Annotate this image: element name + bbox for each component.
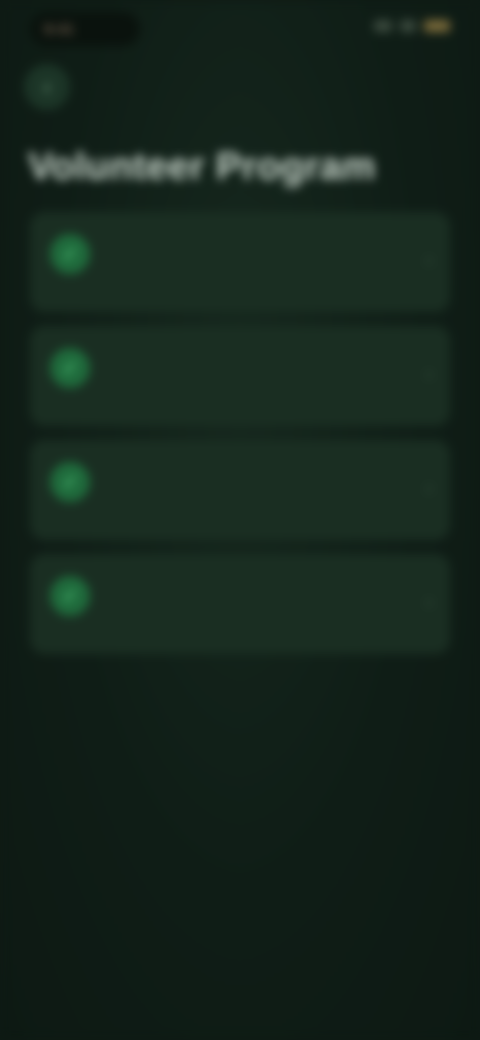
back-button[interactable]: ‹ [24,64,70,110]
status-time-pill: 9:41 [30,12,140,46]
list-item[interactable]: ✓ › [30,212,450,312]
check-circle-icon: ✓ [50,576,90,616]
check-circle-icon: ✓ [50,462,90,502]
chevron-right-icon: › [426,364,432,384]
status-icons [374,20,450,32]
list-item[interactable]: ✓ › [30,326,450,426]
battery-icon [424,20,450,32]
signal-icon [374,20,392,32]
page-title: Volunteer Program [28,146,376,188]
chevron-right-icon: › [426,592,432,612]
wifi-icon [400,20,416,32]
list-item[interactable]: ✓ › [30,554,450,654]
chevron-right-icon: › [426,478,432,498]
back-arrow-icon: ‹ [43,74,51,99]
status-time: 9:41 [44,20,75,38]
check-circle-icon: ✓ [50,234,90,274]
chevron-right-icon: › [426,250,432,270]
status-bar: 9:41 [0,0,480,60]
list-item[interactable]: ✓ › [30,440,450,540]
check-circle-icon: ✓ [50,348,90,388]
app-screen: 9:41 ‹ Volunteer Program ✓ › ✓ › ✓ › ✓ › [0,0,480,1040]
